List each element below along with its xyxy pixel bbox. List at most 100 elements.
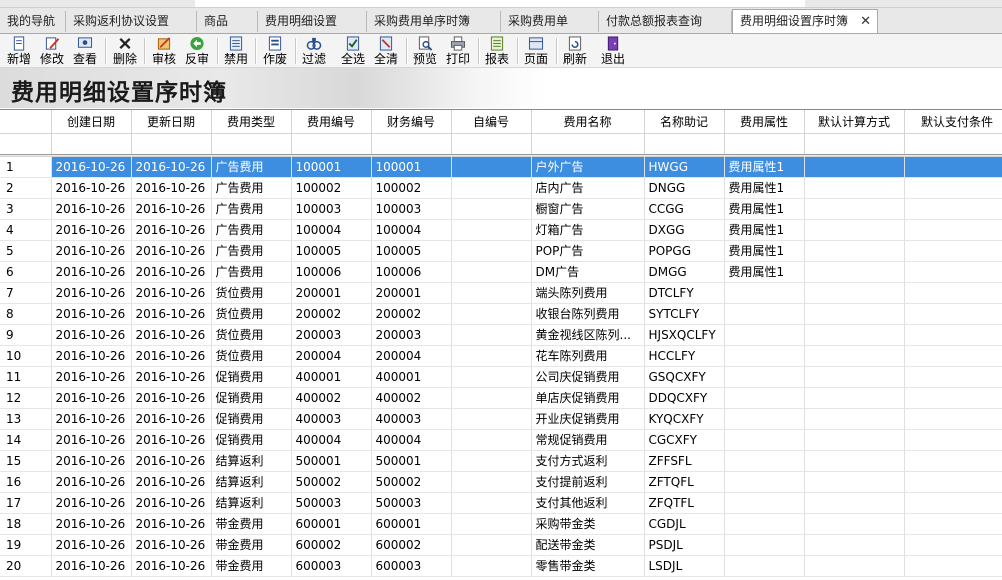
table-cell[interactable]: 公司庆促销费用 xyxy=(531,366,645,388)
filter-cell[interactable] xyxy=(644,133,725,155)
table-cell[interactable] xyxy=(804,177,905,199)
table-cell[interactable]: 2016-10-26 xyxy=(51,345,132,367)
table-cell[interactable] xyxy=(724,471,805,493)
table-cell[interactable] xyxy=(451,303,532,325)
table-row[interactable]: 20 2016-10-26 2016-10-26 带金费用 600003 600003 零售… xyxy=(0,555,1002,577)
table-cell[interactable]: 2016-10-26 xyxy=(131,303,212,325)
table-cell[interactable] xyxy=(904,471,1002,493)
table-cell[interactable] xyxy=(451,240,532,262)
tab-goods[interactable]: 商品 xyxy=(197,11,258,32)
table-cell[interactable]: 100006 xyxy=(371,261,452,283)
table-cell[interactable]: 配送带金类 xyxy=(531,534,645,556)
table-cell[interactable]: POP广告 xyxy=(531,240,645,262)
row-number-cell[interactable]: 18 xyxy=(0,513,52,535)
void-button[interactable]: 作废 xyxy=(261,35,289,66)
table-cell[interactable]: CCGG xyxy=(644,198,725,220)
edit-button[interactable]: 修改 xyxy=(38,35,66,66)
table-cell[interactable]: 端头陈列费用 xyxy=(531,282,645,304)
table-cell[interactable]: DMGG xyxy=(644,261,725,283)
table-cell[interactable]: 广告费用 xyxy=(211,177,292,199)
table-cell[interactable]: 费用属性1 xyxy=(724,177,805,199)
row-number-cell[interactable]: 7 xyxy=(0,282,52,304)
table-row[interactable]: 10 2016-10-26 2016-10-26 货位费用 200004 200004 花车… xyxy=(0,345,1002,367)
table-row[interactable]: 4 2016-10-26 2016-10-26 广告费用 100004 100004 灯箱广… xyxy=(0,219,1002,241)
table-cell[interactable]: 结算返利 xyxy=(211,450,292,472)
filter-cell[interactable] xyxy=(211,133,292,155)
table-cell[interactable]: 100002 xyxy=(371,177,452,199)
row-number-cell[interactable]: 4 xyxy=(0,219,52,241)
table-cell[interactable]: 200001 xyxy=(371,282,452,304)
table-cell[interactable] xyxy=(804,534,905,556)
table-cell[interactable]: 500001 xyxy=(371,450,452,472)
table-cell[interactable]: 2016-10-26 xyxy=(131,408,212,430)
table-cell[interactable]: 100005 xyxy=(291,240,372,262)
table-cell[interactable]: 100006 xyxy=(291,261,372,283)
page-button[interactable]: 页面 xyxy=(522,35,550,66)
table-cell[interactable]: 2016-10-26 xyxy=(51,366,132,388)
table-cell[interactable] xyxy=(724,282,805,304)
table-cell[interactable] xyxy=(804,198,905,220)
table-cell[interactable]: KYQCXFY xyxy=(644,408,725,430)
table-cell[interactable]: 2016-10-26 xyxy=(51,303,132,325)
table-cell[interactable] xyxy=(804,240,905,262)
filter-cell[interactable] xyxy=(724,133,805,155)
row-number-cell[interactable]: 5 xyxy=(0,240,52,262)
table-cell[interactable] xyxy=(804,324,905,346)
table-cell[interactable]: 100004 xyxy=(371,219,452,241)
table-cell[interactable]: 2016-10-26 xyxy=(51,450,132,472)
table-cell[interactable]: GSQCXFY xyxy=(644,366,725,388)
table-cell[interactable] xyxy=(724,408,805,430)
table-cell[interactable]: 2016-10-26 xyxy=(51,471,132,493)
table-cell[interactable] xyxy=(904,429,1002,451)
table-cell[interactable] xyxy=(451,429,532,451)
table-cell[interactable] xyxy=(904,156,1002,178)
table-cell[interactable]: 2016-10-26 xyxy=(51,534,132,556)
table-row[interactable]: 1 2016-10-26 2016-10-26 广告费用 100001 100001 户外广… xyxy=(0,156,1002,178)
table-cell[interactable]: 2016-10-26 xyxy=(51,240,132,262)
table-cell[interactable]: 店内广告 xyxy=(531,177,645,199)
row-number-cell[interactable]: 6 xyxy=(0,261,52,283)
table-cell[interactable]: CGCXFY xyxy=(644,429,725,451)
table-cell[interactable]: 花车陈列费用 xyxy=(531,345,645,367)
filter-cell[interactable] xyxy=(804,133,905,155)
table-cell[interactable] xyxy=(451,534,532,556)
table-cell[interactable]: 广告费用 xyxy=(211,261,292,283)
table-cell[interactable]: 2016-10-26 xyxy=(51,513,132,535)
column-header[interactable]: 创建日期 xyxy=(51,110,132,134)
table-row[interactable]: 12 2016-10-26 2016-10-26 促销费用 400002 400002 单店… xyxy=(0,387,1002,409)
table-cell[interactable]: 常规促销费用 xyxy=(531,429,645,451)
table-cell[interactable]: 2016-10-26 xyxy=(51,555,132,577)
table-cell[interactable]: 500002 xyxy=(291,471,372,493)
table-cell[interactable]: 2016-10-26 xyxy=(131,324,212,346)
table-cell[interactable]: 400003 xyxy=(371,408,452,430)
table-cell[interactable]: 开业庆促销费用 xyxy=(531,408,645,430)
table-cell[interactable] xyxy=(904,387,1002,409)
table-cell[interactable]: 采购带金类 xyxy=(531,513,645,535)
table-cell[interactable]: HJSXQCLFY xyxy=(644,324,725,346)
table-cell[interactable]: 货位费用 xyxy=(211,282,292,304)
select-all-button[interactable]: 全选 xyxy=(339,35,367,66)
row-number-cell[interactable]: 17 xyxy=(0,492,52,514)
column-header[interactable]: 费用类型 xyxy=(211,110,292,134)
row-number-cell[interactable]: 16 xyxy=(0,471,52,493)
table-row[interactable]: 6 2016-10-26 2016-10-26 广告费用 100006 100006 DM广… xyxy=(0,261,1002,283)
table-cell[interactable]: DXGG xyxy=(644,219,725,241)
table-cell[interactable] xyxy=(724,303,805,325)
table-cell[interactable] xyxy=(724,345,805,367)
table-cell[interactable] xyxy=(904,198,1002,220)
table-cell[interactable]: LSDJL xyxy=(644,555,725,577)
table-cell[interactable] xyxy=(451,324,532,346)
table-cell[interactable]: 2016-10-26 xyxy=(131,366,212,388)
table-cell[interactable]: 2016-10-26 xyxy=(51,261,132,283)
table-row[interactable]: 13 2016-10-26 2016-10-26 促销费用 400003 400003 开业… xyxy=(0,408,1002,430)
table-cell[interactable]: 600003 xyxy=(291,555,372,577)
table-cell[interactable]: ZFTQFL xyxy=(644,471,725,493)
table-cell[interactable] xyxy=(451,387,532,409)
filter-cell[interactable] xyxy=(51,133,132,155)
table-cell[interactable]: 2016-10-26 xyxy=(131,177,212,199)
table-cell[interactable]: 费用属性1 xyxy=(724,261,805,283)
refresh-button[interactable]: 刷新 xyxy=(561,35,589,66)
table-cell[interactable]: 500002 xyxy=(371,471,452,493)
table-cell[interactable]: HCCLFY xyxy=(644,345,725,367)
table-row[interactable]: 9 2016-10-26 2016-10-26 货位费用 200003 200003 黄金视… xyxy=(0,324,1002,346)
